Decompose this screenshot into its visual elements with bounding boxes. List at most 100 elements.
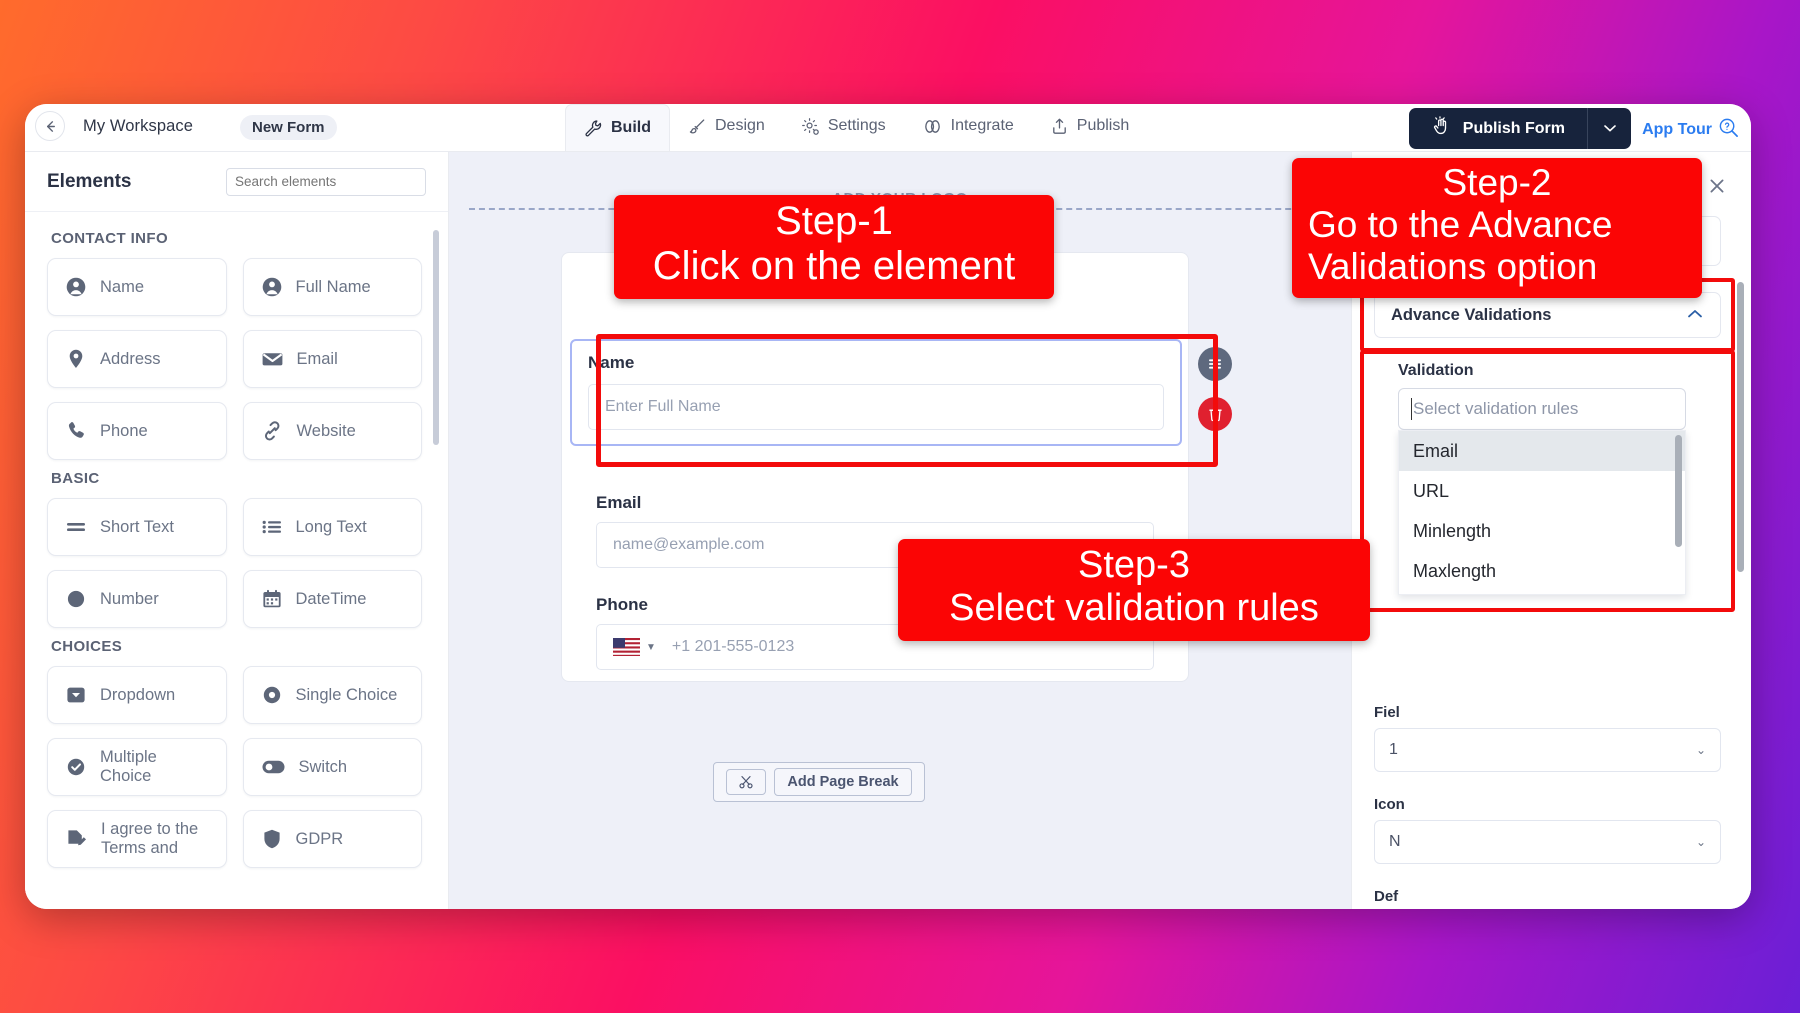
element-website[interactable]: Website <box>242 402 422 460</box>
sidebar-header: Elements <box>25 152 448 212</box>
field-size-value: 1 <box>1389 741 1398 758</box>
publish-form-group: Publish Form <box>1408 108 1631 149</box>
search-input[interactable] <box>226 167 426 196</box>
element-label: Name <box>100 277 145 296</box>
validation-option-maxlength[interactable]: Maxlength <box>1399 551 1685 591</box>
tab-settings[interactable]: Settings <box>783 104 904 151</box>
element-label: Email <box>296 349 338 368</box>
top-bar: My Workspace New Form Build Design Setti… <box>25 104 1751 152</box>
dropdown-scrollbar[interactable] <box>1675 435 1682 547</box>
element-label: I agree to the Terms and <box>101 820 199 857</box>
element-phone[interactable]: Phone <box>47 402 227 460</box>
calendar-icon <box>261 588 283 610</box>
chevron-up-icon <box>1686 306 1704 325</box>
tab-label: Settings <box>827 117 886 134</box>
validation-option-minlength[interactable]: Minlength <box>1399 511 1685 551</box>
checkbox-check-icon <box>65 756 87 778</box>
us-flag-icon[interactable] <box>613 638 640 656</box>
tab-publish[interactable]: Publish <box>1032 104 1147 151</box>
callout-text: Click on the element <box>652 244 1016 288</box>
chevron-down-icon <box>1603 121 1617 136</box>
back-arrow-icon[interactable] <box>35 111 65 141</box>
add-page-break-label: Add Page Break <box>774 768 912 796</box>
element-single-choice[interactable]: Single Choice <box>242 666 422 724</box>
hamburger-menu-icon[interactable] <box>1198 347 1232 381</box>
element-full-name[interactable]: Full Name <box>242 258 422 316</box>
element-label: Dropdown <box>100 685 176 704</box>
advance-validations-label: Advance Validations <box>1391 305 1552 324</box>
element-terms-agreement[interactable]: I agree to the Terms and <box>47 810 227 868</box>
callout-title: Step-2 <box>1442 162 1552 204</box>
upload-icon <box>1050 117 1069 136</box>
user-icon <box>261 276 283 298</box>
field-label: Name <box>588 353 635 372</box>
right-panel-scrollbar[interactable] <box>1737 282 1744 572</box>
add-page-break-button[interactable]: Add Page Break <box>713 762 925 802</box>
element-short-text[interactable]: Short Text <box>47 498 227 556</box>
callout-line-1: Go to the Advance <box>1308 204 1613 246</box>
element-datetime[interactable]: DateTime <box>242 570 422 628</box>
element-gdpr[interactable]: GDPR <box>242 810 422 868</box>
dropdown-caret-icon <box>65 684 87 706</box>
workspace-name[interactable]: My Workspace <box>83 117 193 136</box>
equals-lines-icon <box>65 518 87 536</box>
element-grid-basic: Short Text Long Text Number DateTime <box>47 498 422 628</box>
group-title-choices: CHOICES <box>51 638 123 655</box>
close-icon[interactable] <box>1707 176 1727 200</box>
main-tabs: Build Design Settings Integrate Publish <box>565 104 1147 151</box>
tab-label: Publish <box>1076 117 1130 134</box>
envelope-icon <box>261 348 284 370</box>
chevron-down-icon: ⌄ <box>1695 743 1706 757</box>
form-name-chip[interactable]: New Form <box>240 115 337 140</box>
icon-field-label: Icon <box>1374 796 1405 813</box>
publish-form-button[interactable]: Publish Form <box>1409 108 1587 149</box>
sidebar-title: Elements <box>47 170 132 192</box>
form-field-name[interactable]: Name Enter Full Name <box>570 339 1232 446</box>
tab-build[interactable]: Build <box>565 104 670 151</box>
validation-options-dropdown[interactable]: Email URL Minlength Maxlength Digits Num… <box>1398 430 1686 595</box>
tab-label: Build <box>611 119 651 136</box>
validation-option-email[interactable]: Email <box>1399 431 1685 471</box>
validation-option-url[interactable]: URL <box>1399 471 1685 511</box>
element-label: Website <box>296 421 356 440</box>
element-name[interactable]: Name <box>47 258 227 316</box>
chain-link-icon <box>261 420 284 442</box>
filled-circle-icon <box>65 588 87 610</box>
element-label: Phone <box>100 421 148 440</box>
callout-title: Step-1 <box>775 198 893 243</box>
wrench-icon <box>584 119 603 138</box>
tab-design[interactable]: Design <box>670 104 783 151</box>
publish-dropdown-caret[interactable] <box>1587 108 1631 149</box>
element-label: GDPR <box>295 829 344 848</box>
element-dropdown[interactable]: Dropdown <box>47 666 227 724</box>
field-size-select[interactable]: 1 ⌄ <box>1374 728 1721 772</box>
user-icon <box>65 276 87 298</box>
element-label: Multiple Choice <box>100 748 157 785</box>
help-search-icon <box>1718 117 1739 143</box>
text-caret <box>1411 398 1412 420</box>
element-label: DateTime <box>295 589 367 608</box>
group-title-basic: BASIC <box>51 470 100 487</box>
element-multiple-choice[interactable]: Multiple Choice <box>47 738 227 796</box>
element-label: Single Choice <box>295 685 398 704</box>
shield-icon <box>261 828 283 850</box>
trash-icon[interactable] <box>1198 397 1232 431</box>
flag-caret-icon[interactable]: ▼ <box>646 642 656 653</box>
validation-rules-input[interactable]: Select validation rules <box>1398 388 1686 430</box>
phone-placeholder: +1 201-555-0123 <box>671 638 795 655</box>
tab-integrate[interactable]: Integrate <box>904 104 1032 151</box>
sidebar-scrollbar[interactable] <box>433 230 439 445</box>
callout-title: Step-3 <box>1078 544 1190 587</box>
element-number[interactable]: Number <box>47 570 227 628</box>
icon-field-select[interactable]: N ⌄ <box>1374 820 1721 864</box>
element-address[interactable]: Address <box>47 330 227 388</box>
toggle-icon <box>261 758 286 776</box>
element-switch[interactable]: Switch <box>242 738 422 796</box>
element-email[interactable]: Email <box>242 330 422 388</box>
callout-step-3: Step-3 Select validation rules <box>898 539 1370 641</box>
advance-validations-toggle[interactable]: Advance Validations <box>1374 292 1721 338</box>
validation-option-digits[interactable]: Digits <box>1399 591 1685 594</box>
app-tour-button[interactable]: App Tour <box>1642 117 1739 143</box>
field-input-name[interactable]: Enter Full Name <box>588 384 1164 430</box>
element-long-text[interactable]: Long Text <box>242 498 422 556</box>
